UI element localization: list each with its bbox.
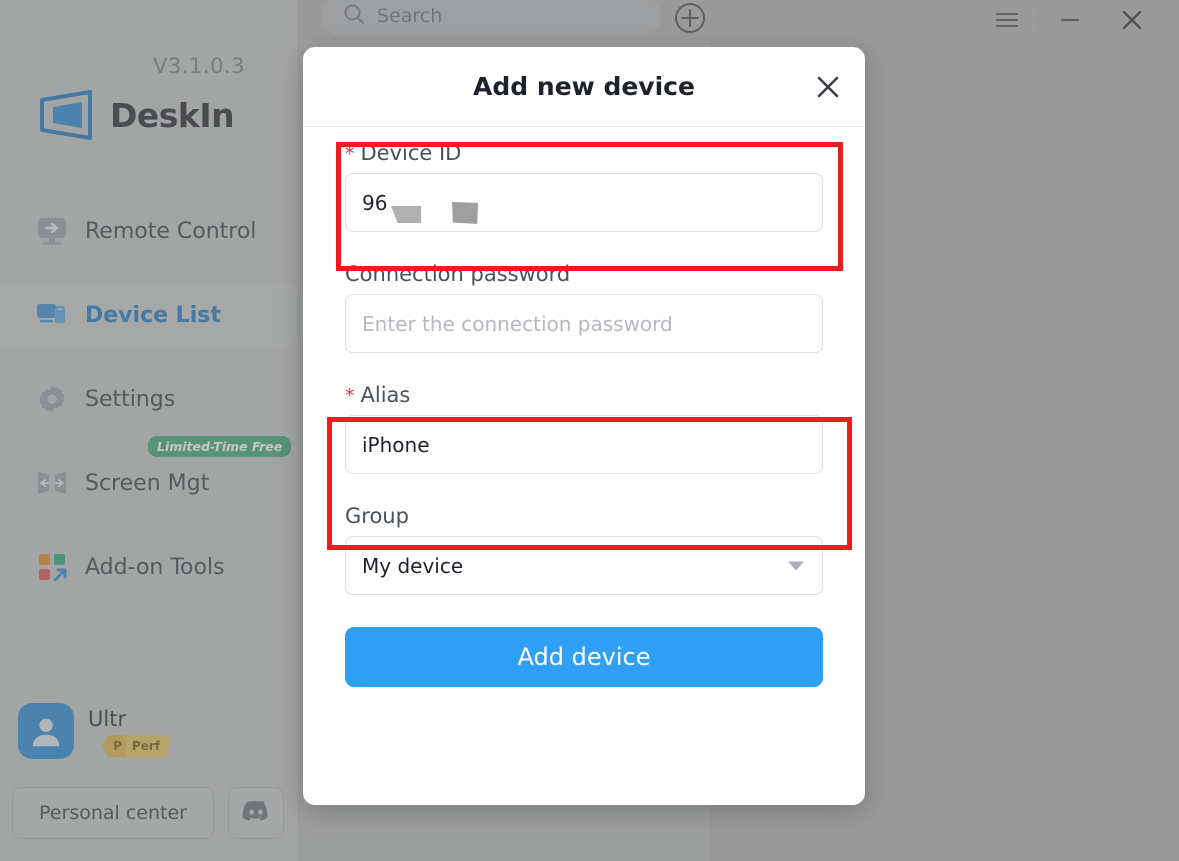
group-field: Group My device xyxy=(345,504,823,595)
redaction-block-1 xyxy=(391,206,421,223)
connection-password-label: Connection password xyxy=(345,262,823,286)
device-id-value: 96 xyxy=(362,190,388,215)
field-label-text: Alias xyxy=(360,383,411,407)
group-value: My device xyxy=(362,553,464,578)
device-id-label: * Device ID xyxy=(345,141,823,165)
add-device-submit-button[interactable]: Add device xyxy=(345,627,823,687)
dialog-header: Add new device xyxy=(303,47,865,127)
connection-password-placeholder: Enter the connection password xyxy=(362,311,673,336)
field-label-text: Device ID xyxy=(360,141,462,165)
alias-field: * Alias iPhone xyxy=(345,383,823,474)
alias-label: * Alias xyxy=(345,383,823,407)
redaction-block-2 xyxy=(452,202,478,224)
required-asterisk: * xyxy=(345,143,355,165)
device-id-field: * Device ID 96 xyxy=(345,141,823,232)
dialog-close-icon[interactable] xyxy=(812,71,844,103)
device-id-input[interactable]: 96 xyxy=(345,173,823,232)
connection-password-input[interactable]: Enter the connection password xyxy=(345,294,823,353)
alias-input[interactable]: iPhone xyxy=(345,415,823,474)
field-label-text: Group xyxy=(345,504,409,528)
alias-value: iPhone xyxy=(362,432,430,457)
app-window: V3.1.0.3 DeskIn Remote Control Device Li… xyxy=(0,0,1179,861)
group-label: Group xyxy=(345,504,823,528)
dialog-body: * Device ID 96 Connection password Enter… xyxy=(303,127,865,687)
connection-password-field: Connection password Enter the connection… xyxy=(345,262,823,353)
field-label-text: Connection password xyxy=(345,262,571,286)
chevron-down-icon xyxy=(788,561,804,570)
group-select[interactable]: My device xyxy=(345,536,823,595)
required-asterisk: * xyxy=(345,385,355,407)
add-new-device-dialog: Add new device * Device ID 96 Connection… xyxy=(303,47,865,805)
dialog-title: Add new device xyxy=(473,72,695,101)
